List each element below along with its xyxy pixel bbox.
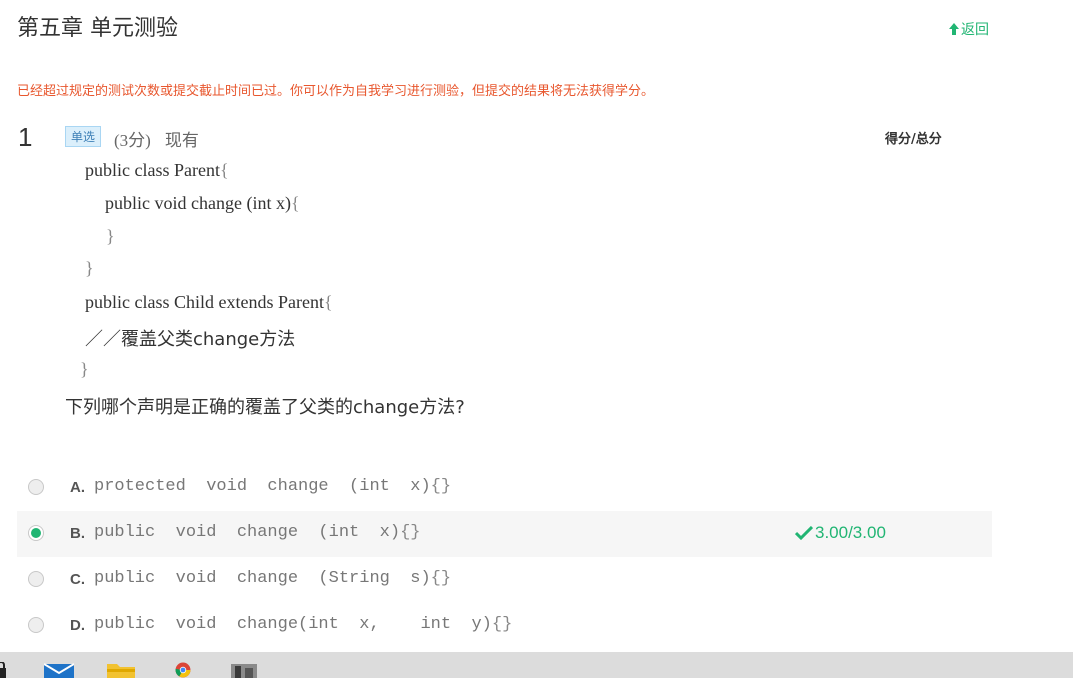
option-score: 3.00/3.00 [795, 523, 886, 543]
code-line: public void change (int x){ [105, 193, 300, 213]
page-title: 第五章 单元测验 [17, 16, 178, 41]
lock-icon[interactable] [0, 661, 8, 678]
photo-app-icon[interactable] [229, 662, 259, 678]
radio-button[interactable] [28, 479, 44, 495]
question-points: (3分) 现有 [114, 126, 199, 151]
taskbar [0, 652, 1073, 678]
checkmark-icon [795, 526, 813, 540]
option-score-value: 3.00/3.00 [815, 523, 886, 542]
mail-icon[interactable] [43, 662, 75, 678]
code-line: public class Parent{ [85, 160, 229, 180]
code-brace: } [85, 258, 94, 278]
chrome-icon[interactable] [168, 662, 198, 678]
code-comment: ／／覆盖父类change方法 [85, 329, 296, 350]
option-text: public void change(int x, int y){} [94, 615, 513, 634]
code-brace: } [106, 226, 115, 246]
option-letter: D. [70, 617, 85, 634]
option-letter: B. [70, 525, 85, 542]
back-button[interactable]: 返回 [948, 19, 989, 39]
question-prompt: 下列哪个声明是正确的覆盖了父类的change方法? [65, 397, 465, 418]
radio-button-checked[interactable] [28, 525, 44, 541]
option-text: public void change (String s){} [94, 569, 452, 588]
option-a[interactable]: A. protected void change (int x){} [17, 465, 992, 511]
arrow-up-icon [948, 22, 960, 36]
points-value: (3分) [114, 131, 151, 150]
option-d[interactable]: D. public void change(int x, int y){} [17, 603, 992, 649]
deadline-warning: 已经超过规定的测试次数或提交截止时间已过。你可以作为自我学习进行测验，但提交的结… [17, 84, 655, 99]
question-status: 现有 [164, 131, 199, 150]
option-c[interactable]: C. public void change (String s){} [17, 557, 992, 603]
code-brace: } [80, 359, 89, 379]
question-number: 1 [18, 122, 33, 152]
option-letter: C. [70, 571, 85, 588]
radio-button[interactable] [28, 571, 44, 587]
option-letter: A. [70, 479, 85, 496]
option-text: public void change (int x){} [94, 523, 421, 542]
radio-button[interactable] [28, 617, 44, 633]
code-line: public class Child extends Parent{ [85, 292, 333, 312]
option-text: protected void change (int x){} [94, 477, 452, 496]
option-b[interactable]: B. public void change (int x){} 3.00/3.0… [17, 511, 992, 557]
score-total-header: 得分/总分 [885, 132, 942, 147]
back-label: 返回 [961, 22, 989, 38]
question-type-badge: 单选 [65, 126, 102, 147]
folder-icon[interactable] [107, 662, 137, 678]
